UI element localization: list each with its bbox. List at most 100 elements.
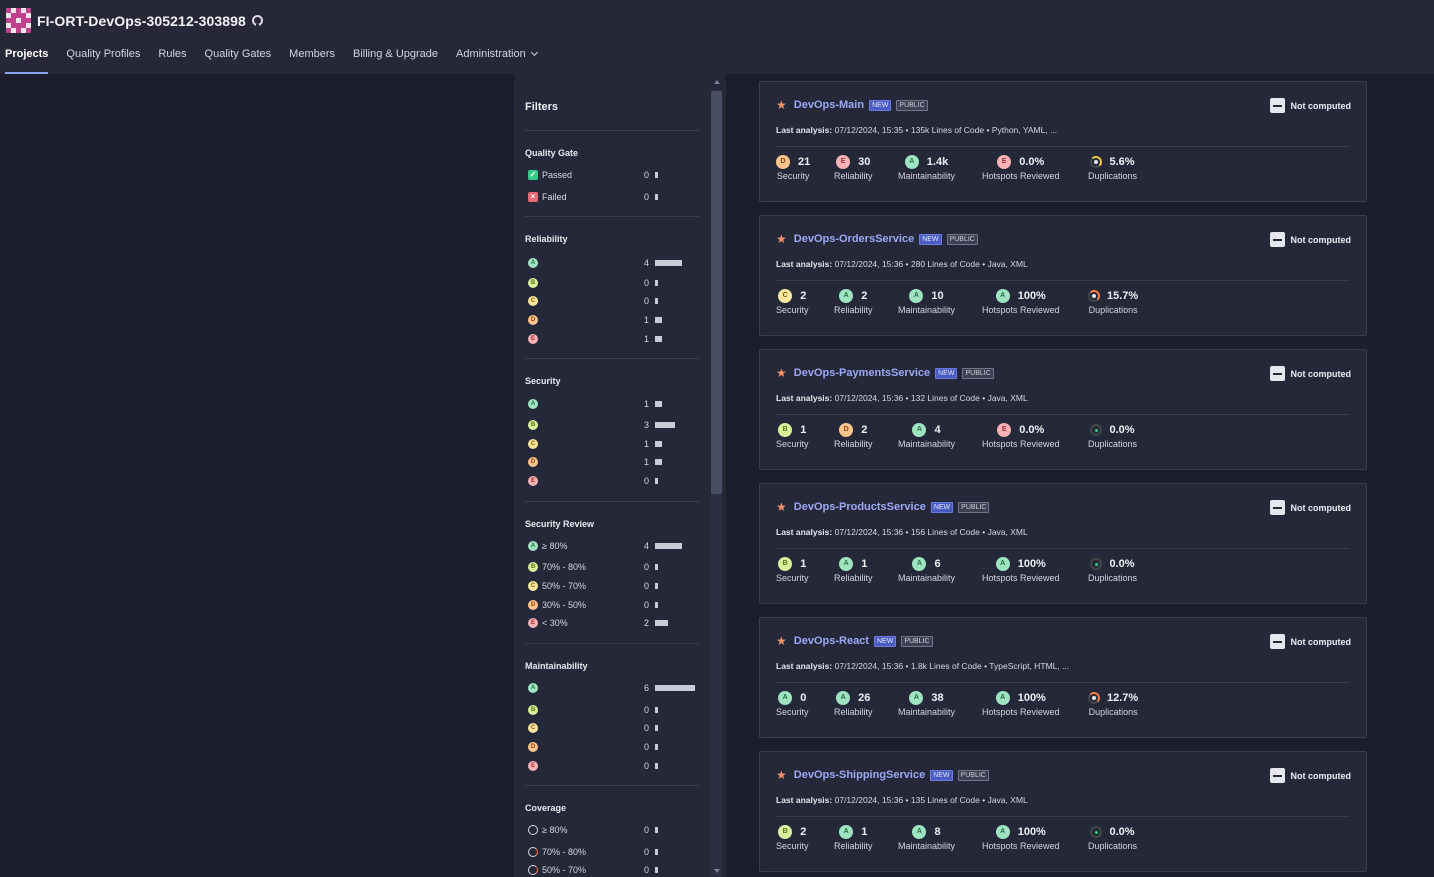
duplications-metric[interactable]: 0.0% Duplications xyxy=(1088,422,1137,449)
reliability-filter-row[interactable]: D1 xyxy=(528,313,698,327)
reliability-filter-row[interactable]: A4 xyxy=(528,256,698,270)
maintainability-metric[interactable]: A 1.4k Maintainability xyxy=(898,154,955,181)
reliability-metric[interactable]: A 2 Reliability xyxy=(834,288,873,315)
security-metric[interactable]: B 2 Security xyxy=(776,824,809,851)
reliability-metric[interactable]: E 30 Reliability xyxy=(834,154,873,181)
maintainability-metric[interactable]: A 6 Maintainability xyxy=(898,556,955,583)
security-metric[interactable]: C 2 Security xyxy=(776,288,809,315)
maintainability-value: 6 xyxy=(934,558,941,570)
security-filter-row[interactable]: A1 xyxy=(528,397,698,411)
languages: Java, XML xyxy=(987,527,1028,537)
duplications-value-row: 0.0% xyxy=(1088,422,1137,438)
last-analysis-label: Last analysis: xyxy=(776,661,833,671)
maintainability-metric[interactable]: A 8 Maintainability xyxy=(898,824,955,851)
divider xyxy=(525,358,699,359)
security-review-filter-row[interactable]: E < 30% 2 xyxy=(528,616,698,630)
hotspots-metric[interactable]: E 0.0% Hotspots Reviewed xyxy=(982,154,1060,181)
security-review-filter-row[interactable]: D 30% - 50% 0 xyxy=(528,598,698,612)
duplications-metric[interactable]: 0.0% Duplications xyxy=(1088,556,1137,583)
project-name-link[interactable]: DevOps-ProductsService xyxy=(794,501,926,513)
security-metric[interactable]: D 21 Security xyxy=(776,154,810,181)
coverage-filter-row[interactable]: 70% - 80% 0 xyxy=(528,845,698,859)
reliability-metric[interactable]: D 2 Reliability xyxy=(834,422,873,449)
quality-gate-filter-row[interactable]: ✓ Passed 0 xyxy=(528,168,698,182)
duplications-value-row: 5.6% xyxy=(1088,154,1137,170)
security-metric[interactable]: B 1 Security xyxy=(776,556,809,583)
scroll-up-arrow-icon[interactable] xyxy=(714,80,720,84)
hotspots-metric[interactable]: A 100% Hotspots Reviewed xyxy=(982,824,1060,851)
project-name-link[interactable]: DevOps-ShippingService xyxy=(794,769,925,781)
reliability-metric[interactable]: A 26 Reliability xyxy=(834,690,873,717)
last-analysis-date: 07/12/2024, 15:36 xyxy=(834,661,904,671)
languages: Java, XML xyxy=(987,259,1028,269)
maintainability-metric[interactable]: A 4 Maintainability xyxy=(898,422,955,449)
duplications-metric[interactable]: 15.7% Duplications xyxy=(1088,288,1138,315)
project-name-link[interactable]: DevOps-React xyxy=(794,635,869,647)
duplications-metric[interactable]: 0.0% Duplications xyxy=(1088,824,1137,851)
filter-count: 0 xyxy=(644,705,650,715)
hotspots-metric[interactable]: A 100% Hotspots Reviewed xyxy=(982,556,1060,583)
scroll-down-arrow-icon[interactable] xyxy=(714,869,720,873)
star-icon[interactable]: ★ xyxy=(776,99,787,111)
nav-quality-profiles[interactable]: Quality Profiles xyxy=(61,44,145,74)
reliability-label: Reliability xyxy=(834,305,873,315)
reliability-filter-row[interactable]: E1 xyxy=(528,332,698,346)
hotspots-rating-badge: A xyxy=(995,825,1010,839)
organization-name[interactable]: FI-ORT-DevOps-305212-303898 xyxy=(37,13,246,29)
maintainability-metric[interactable]: A 10 Maintainability xyxy=(898,288,955,315)
coverage-filter-row[interactable]: 50% - 70% 0 xyxy=(528,863,698,877)
reliability-metric[interactable]: A 1 Reliability xyxy=(834,556,873,583)
duplications-value: 0.0% xyxy=(1109,826,1135,838)
github-icon[interactable] xyxy=(251,15,263,27)
star-icon[interactable]: ★ xyxy=(776,501,787,513)
security-review-filter-row[interactable]: B 70% - 80% 0 xyxy=(528,560,698,574)
lines-of-code: 156 Lines of Code xyxy=(910,527,980,537)
coverage-filter-row[interactable]: ≥ 80% 0 xyxy=(528,823,698,837)
maintainability-filter-row[interactable]: D0 xyxy=(528,740,698,754)
rating-badge: B xyxy=(528,420,538,430)
quality-gate-filter-row[interactable]: × Failed 0 xyxy=(528,190,698,204)
nav-rules[interactable]: Rules xyxy=(153,44,191,74)
filter-count-bar xyxy=(655,260,682,266)
duplications-metric[interactable]: 12.7% Duplications xyxy=(1088,690,1138,717)
public-badge: PUBLIC xyxy=(962,367,994,379)
security-metric[interactable]: A 0 Security xyxy=(776,690,809,717)
star-icon[interactable]: ★ xyxy=(776,233,787,245)
reliability-filter-row[interactable]: B0 xyxy=(528,276,698,290)
maintainability-metric[interactable]: A 38 Maintainability xyxy=(898,690,955,717)
maintainability-rating-badge: A xyxy=(909,691,924,705)
hotspots-metric[interactable]: E 0.0% Hotspots Reviewed xyxy=(982,422,1060,449)
security-value: 0 xyxy=(800,692,807,704)
nav-administration[interactable]: Administration xyxy=(451,44,542,74)
cross-icon: × xyxy=(528,192,538,202)
nav-quality-gates[interactable]: Quality Gates xyxy=(200,44,277,74)
reliability-metric[interactable]: A 1 Reliability xyxy=(834,824,873,851)
security-filter-row[interactable]: E0 xyxy=(528,474,698,488)
project-name-link[interactable]: DevOps-PaymentsService xyxy=(794,367,930,379)
last-analysis-label: Last analysis: xyxy=(776,393,833,403)
security-filter-row[interactable]: B3 xyxy=(528,418,698,432)
security-filter-row[interactable]: D1 xyxy=(528,455,698,469)
reliability-filter-row[interactable]: C0 xyxy=(528,294,698,308)
hotspots-metric[interactable]: A 100% Hotspots Reviewed xyxy=(982,690,1060,717)
security-filter-row[interactable]: C1 xyxy=(528,437,698,451)
nav-billing[interactable]: Billing & Upgrade xyxy=(348,44,443,74)
nav-projects[interactable]: Projects xyxy=(0,44,53,74)
security-metric[interactable]: B 1 Security xyxy=(776,422,809,449)
star-icon[interactable]: ★ xyxy=(776,367,787,379)
security-rating-badge: C xyxy=(778,289,793,303)
security-review-filter-row[interactable]: C 50% - 70% 0 xyxy=(528,579,698,593)
maintainability-filter-row[interactable]: E0 xyxy=(528,759,698,773)
maintainability-filter-row[interactable]: B0 xyxy=(528,703,698,717)
project-name-link[interactable]: DevOps-Main xyxy=(794,99,864,111)
hotspots-metric[interactable]: A 100% Hotspots Reviewed xyxy=(982,288,1060,315)
maintainability-filter-row[interactable]: A6 xyxy=(528,681,698,695)
security-review-filter-row[interactable]: A ≥ 80% 4 xyxy=(528,539,698,553)
filters-scrollbar-thumb[interactable] xyxy=(711,91,722,494)
star-icon[interactable]: ★ xyxy=(776,769,787,781)
maintainability-filter-row[interactable]: C0 xyxy=(528,721,698,735)
duplications-metric[interactable]: 5.6% Duplications xyxy=(1088,154,1137,181)
star-icon[interactable]: ★ xyxy=(776,635,787,647)
nav-members[interactable]: Members xyxy=(284,44,340,74)
project-name-link[interactable]: DevOps-OrdersService xyxy=(794,233,914,245)
